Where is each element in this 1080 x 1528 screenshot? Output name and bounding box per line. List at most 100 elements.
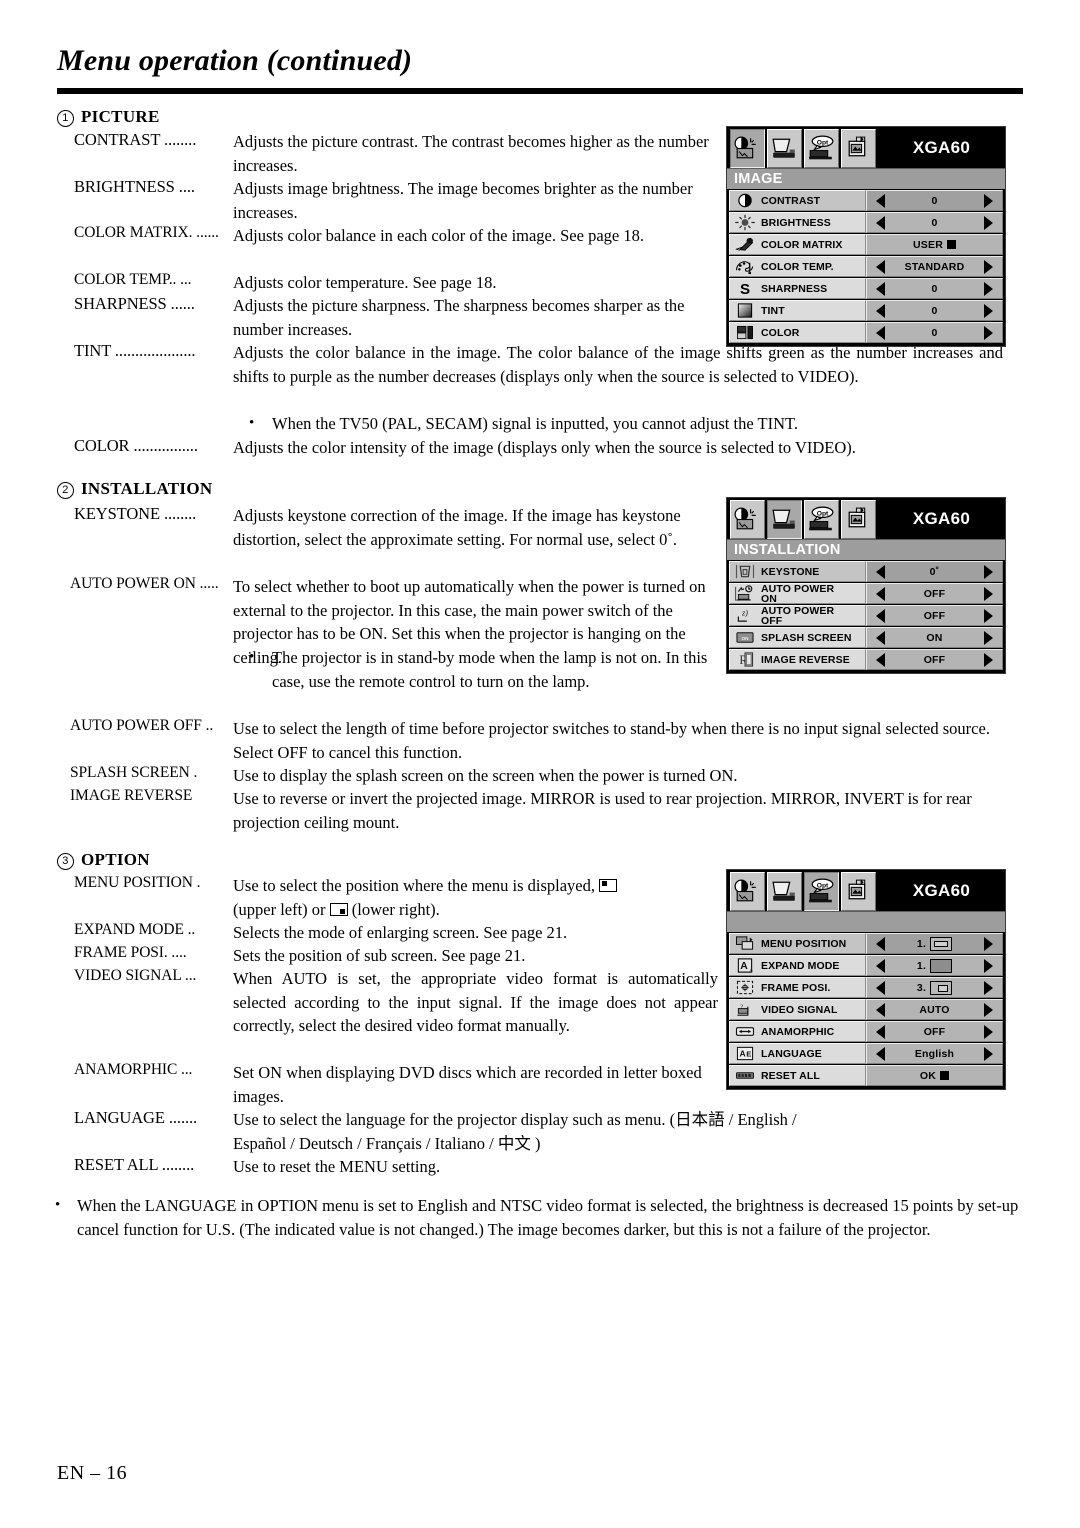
osd-tab-feature-tab-icon[interactable] (841, 500, 876, 539)
osd-row[interactable]: AUTO POWER ON OFF (729, 583, 1003, 604)
osd-row-label: COLOR TEMP. (761, 260, 834, 273)
osd-tab-option-tab-icon[interactable]: Opt (804, 872, 839, 911)
osd-row-value-cell[interactable]: 0 (866, 300, 1003, 321)
osd-row[interactable]: TINT 0 (729, 300, 1003, 321)
osd-tab-feature-tab-icon[interactable] (841, 129, 876, 168)
osd-row[interactable]: ? VIDEO SIGNAL AUTO (729, 999, 1003, 1020)
arrow-right-icon[interactable] (984, 193, 993, 208)
osd-row[interactable]: MENU POSITION 1. (729, 933, 1003, 954)
arrow-right-icon[interactable] (984, 1002, 993, 1017)
osd-tab-installation-tab-icon[interactable] (767, 500, 802, 539)
osd-row-value-cell[interactable]: 0 (866, 212, 1003, 233)
arrow-right-icon[interactable] (984, 303, 993, 318)
svg-text:Opt: Opt (817, 139, 829, 146)
osd-tab-image-tab-icon[interactable] (730, 872, 765, 911)
osd-row-value-cell[interactable]: ON (866, 627, 1003, 648)
arrow-left-icon[interactable] (876, 652, 885, 667)
osd-row[interactable]: ON SPLASH SCREEN ON (729, 627, 1003, 648)
term-video-signal: VIDEO SIGNAL ... (74, 967, 197, 984)
osd-panel-installation[interactable]: Opt XGA60 INSTALLATION KEYSTONE 0˚ AUTO POW… (726, 497, 1006, 674)
arrow-left-icon[interactable] (876, 325, 885, 340)
osd-row[interactable]: CONTRAST 0 (729, 190, 1003, 211)
arrow-left-icon[interactable] (876, 564, 885, 579)
osd-row[interactable]: A A EXPAND MODE 1. (729, 955, 1003, 976)
arrow-left-icon[interactable] (876, 608, 885, 623)
osd-tab-feature-tab-icon[interactable] (841, 872, 876, 911)
arrow-left-icon[interactable] (876, 980, 885, 995)
osd-row[interactable]: COLOR MATRIX USER (729, 234, 1003, 255)
osd-row-value-cell[interactable]: OFF (866, 1021, 1003, 1042)
color-temp-icon (733, 258, 757, 275)
osd-panel-image[interactable]: Opt XGA60 IMAGE CONTRAST 0 BRIGHTNESS 0 COLOR… (726, 126, 1006, 347)
arrow-right-icon[interactable] (984, 325, 993, 340)
osd-signal-label: XGA60 (912, 508, 971, 528)
arrow-left-icon[interactable] (876, 259, 885, 274)
osd-row[interactable]: A E LANGUAGE English (729, 1043, 1003, 1064)
arrow-right-icon[interactable] (984, 630, 993, 645)
menu-position-lower-right-icon (329, 902, 348, 916)
osd-row[interactable]: COLOR 0 (729, 322, 1003, 343)
arrow-left-icon[interactable] (876, 303, 885, 318)
term-auto-power-on: AUTO POWER ON ..... (70, 575, 219, 592)
osd-row-value-cell[interactable]: 0 (866, 322, 1003, 343)
osd-row-value-cell[interactable]: OFF (866, 649, 1003, 670)
osd-row-value-cell[interactable]: AUTO (866, 999, 1003, 1020)
osd-tab-option-tab-icon[interactable]: Opt (804, 500, 839, 539)
arrow-right-icon[interactable] (984, 215, 993, 230)
arrow-left-icon[interactable] (876, 215, 885, 230)
osd-row[interactable]: z) AUTO POWER OFF OFF (729, 605, 1003, 626)
desc-auto-power-off: Use to select the length of time before … (233, 719, 990, 762)
arrow-right-icon[interactable] (984, 259, 993, 274)
osd-tab-image-tab-icon[interactable] (730, 500, 765, 539)
arrow-right-icon[interactable] (984, 1046, 993, 1061)
osd-row-value-cell[interactable]: English (866, 1043, 1003, 1064)
osd-row-value-cell[interactable]: 1. (866, 955, 1003, 976)
arrow-right-icon[interactable] (984, 564, 993, 579)
reset-all-icon (733, 1067, 757, 1084)
osd-row[interactable]: ANAMORPHIC OFF (729, 1021, 1003, 1042)
menu-position-upper-left-icon (599, 879, 618, 892)
osd-row[interactable]: RESET ALL OK (729, 1065, 1003, 1086)
arrow-right-icon[interactable] (984, 281, 993, 296)
term-frame-posi: FRAME POSI. .... (74, 944, 187, 961)
osd-row-value-cell[interactable]: OFF (866, 605, 1003, 626)
osd-panel-option[interactable]: Opt XGA60 MENU POSITION 1. A A EXPAND MODE 1. F… (726, 869, 1006, 1090)
osd-row-value-cell[interactable]: OFF (866, 583, 1003, 604)
arrow-left-icon[interactable] (876, 958, 885, 973)
arrow-right-icon[interactable] (984, 958, 993, 973)
arrow-right-icon[interactable] (984, 936, 993, 951)
osd-row-value-cell[interactable]: 1. (866, 933, 1003, 954)
arrow-right-icon[interactable] (984, 586, 993, 601)
arrow-left-icon[interactable] (876, 586, 885, 601)
arrow-left-icon[interactable] (876, 281, 885, 296)
osd-row-value-cell[interactable]: 0˚ (866, 561, 1003, 582)
osd-row-value-cell[interactable]: 0 (866, 278, 1003, 299)
osd-tab-image-tab-icon[interactable] (730, 129, 765, 168)
osd-row[interactable]: COLOR TEMP. STANDARD (729, 256, 1003, 277)
osd-row-label-cell: COLOR TEMP. (729, 256, 866, 277)
osd-row[interactable]: BRIGHTNESS 0 (729, 212, 1003, 233)
osd-row-value-cell[interactable]: 0 (866, 190, 1003, 211)
arrow-right-icon[interactable] (984, 980, 993, 995)
osd-row[interactable]: FRAME POSI. 3. (729, 977, 1003, 998)
arrow-left-icon[interactable] (876, 936, 885, 951)
arrow-left-icon[interactable] (876, 1024, 885, 1039)
arrow-left-icon[interactable] (876, 1002, 885, 1017)
arrow-right-icon[interactable] (984, 1024, 993, 1039)
osd-tab-installation-tab-icon[interactable] (767, 872, 802, 911)
arrow-right-icon[interactable] (984, 652, 993, 667)
arrow-left-icon[interactable] (876, 630, 885, 645)
arrow-right-icon[interactable] (984, 608, 993, 623)
osd-row[interactable]: KEYSTONE 0˚ (729, 561, 1003, 582)
osd-tab-installation-tab-icon[interactable] (767, 129, 802, 168)
osd-row-value-cell[interactable]: STANDARD (866, 256, 1003, 277)
arrow-left-icon[interactable] (876, 1046, 885, 1061)
osd-row-value-cell[interactable]: 3. (866, 977, 1003, 998)
osd-row-value: OK (920, 1070, 950, 1082)
arrow-left-icon[interactable] (876, 193, 885, 208)
osd-row-value-cell[interactable]: USER (866, 234, 1003, 255)
osd-tab-option-tab-icon[interactable]: Opt (804, 129, 839, 168)
osd-row-value-cell[interactable]: OK (866, 1065, 1003, 1086)
osd-row[interactable]: S SHARPNESS 0 (729, 278, 1003, 299)
osd-row[interactable]: R IMAGE REVERSE OFF (729, 649, 1003, 670)
